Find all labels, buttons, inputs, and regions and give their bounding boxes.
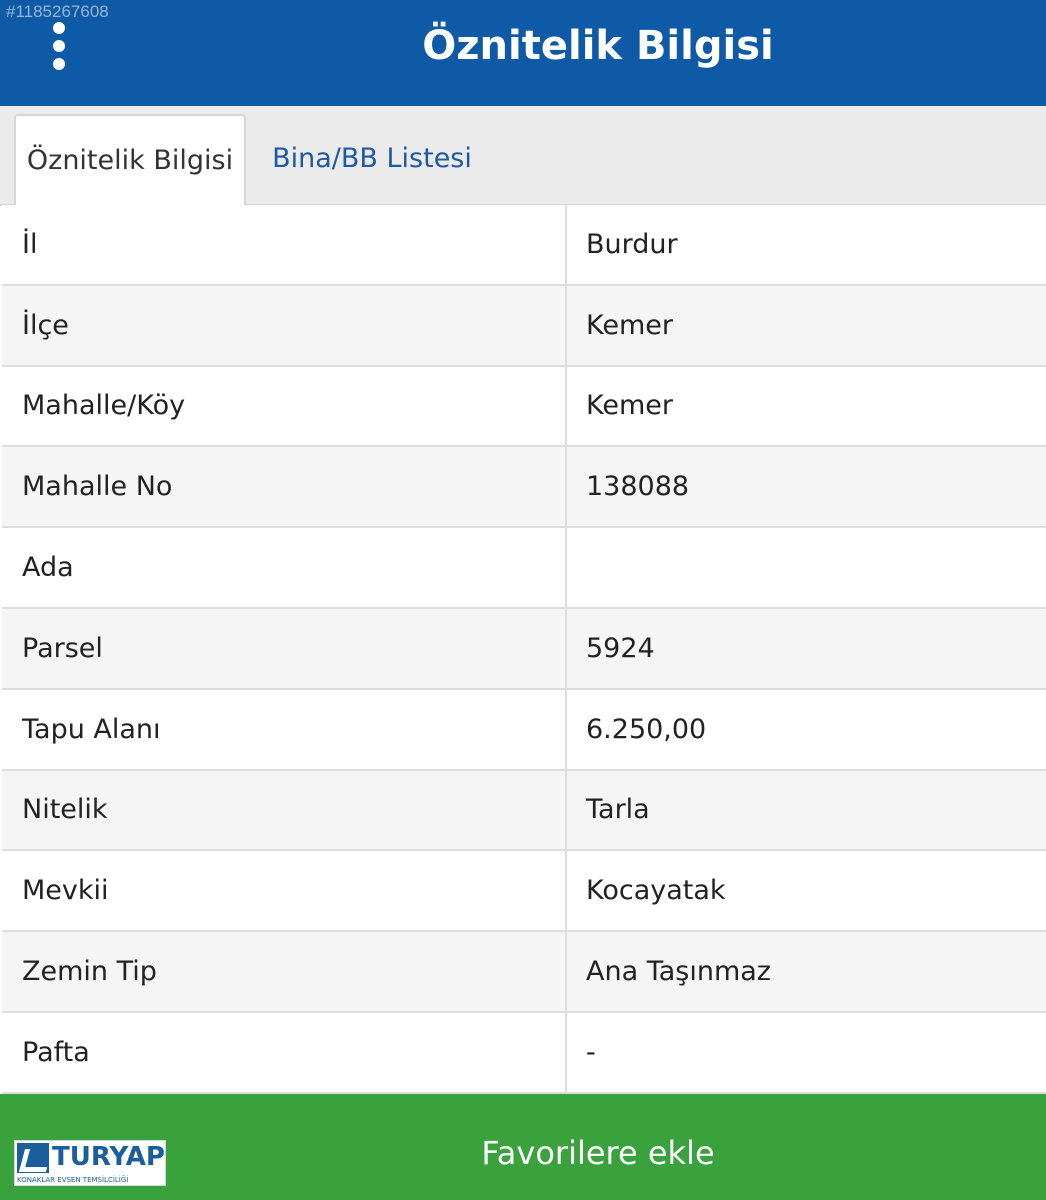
handshake-icon	[17, 1143, 49, 1173]
table-row: Tapu Alanı 6.250,00	[2, 689, 1046, 771]
row-label: Mahalle/Köy	[2, 366, 567, 446]
table-row: İl Burdur	[2, 205, 1046, 286]
table-row: Pafta -	[2, 1012, 1046, 1094]
row-label: Parsel	[2, 608, 567, 688]
row-label: Nitelik	[2, 770, 567, 850]
logo-name: TURYAP	[52, 1142, 165, 1172]
app-header: #1185267608 Öznitelik Bilgisi	[0, 0, 1046, 106]
row-value: 5924	[586, 632, 655, 664]
row-value: Burdur	[586, 228, 678, 260]
table-row: Mevkii Kocayatak	[2, 851, 1046, 933]
row-label: Mevkii	[2, 851, 567, 931]
row-value: -	[586, 1036, 596, 1068]
row-value: Kemer	[586, 309, 673, 341]
row-label: İl	[2, 205, 567, 284]
table-row: İlçe Kemer	[2, 285, 1046, 367]
row-value: 6.250,00	[586, 713, 707, 745]
table-row: Mahalle No 138088	[2, 447, 1046, 529]
row-value: Kocayatak	[586, 875, 726, 907]
row-label: Pafta	[2, 1012, 567, 1092]
row-value: Tarla	[586, 794, 650, 826]
tab-oznitelik-bilgisi[interactable]: Öznitelik Bilgisi	[14, 114, 246, 208]
row-value: Kemer	[586, 390, 673, 422]
tab-bar: Öznitelik Bilgisi Bina/BB Listesi	[0, 106, 1046, 208]
add-to-favorites-button[interactable]: Favorilere ekle TURYAP KONAKLAR EVSEN TE…	[0, 1094, 1046, 1200]
table-row: Zemin Tip Ana Taşınmaz	[2, 932, 1046, 1013]
row-label: Ada	[2, 528, 567, 607]
attribute-table: İl Burdur İlçe Kemer Mahalle/Köy Kemer M…	[2, 205, 1046, 1094]
table-row: Nitelik Tarla	[2, 770, 1046, 852]
row-value: Ana Taşınmaz	[586, 956, 771, 988]
row-value: 138088	[586, 471, 690, 503]
row-label: Tapu Alanı	[2, 689, 567, 769]
row-label: İlçe	[2, 285, 567, 365]
page-title: Öznitelik Bilgisi	[422, 23, 774, 69]
row-label: Zemin Tip	[2, 932, 567, 1011]
turyap-logo: TURYAP KONAKLAR EVSEN TEMSİLCİLİĞİ	[14, 1140, 166, 1186]
table-row: Mahalle/Köy Kemer	[2, 366, 1046, 448]
row-value	[567, 528, 1046, 607]
row-label: Mahalle No	[2, 447, 567, 527]
logo-subtitle: KONAKLAR EVSEN TEMSİLCİLİĞİ	[17, 1176, 129, 1184]
tab-bina-bb-listesi[interactable]: Bina/BB Listesi	[262, 114, 482, 208]
table-row: Ada	[2, 528, 1046, 609]
table-row: Parsel 5924	[2, 608, 1046, 690]
